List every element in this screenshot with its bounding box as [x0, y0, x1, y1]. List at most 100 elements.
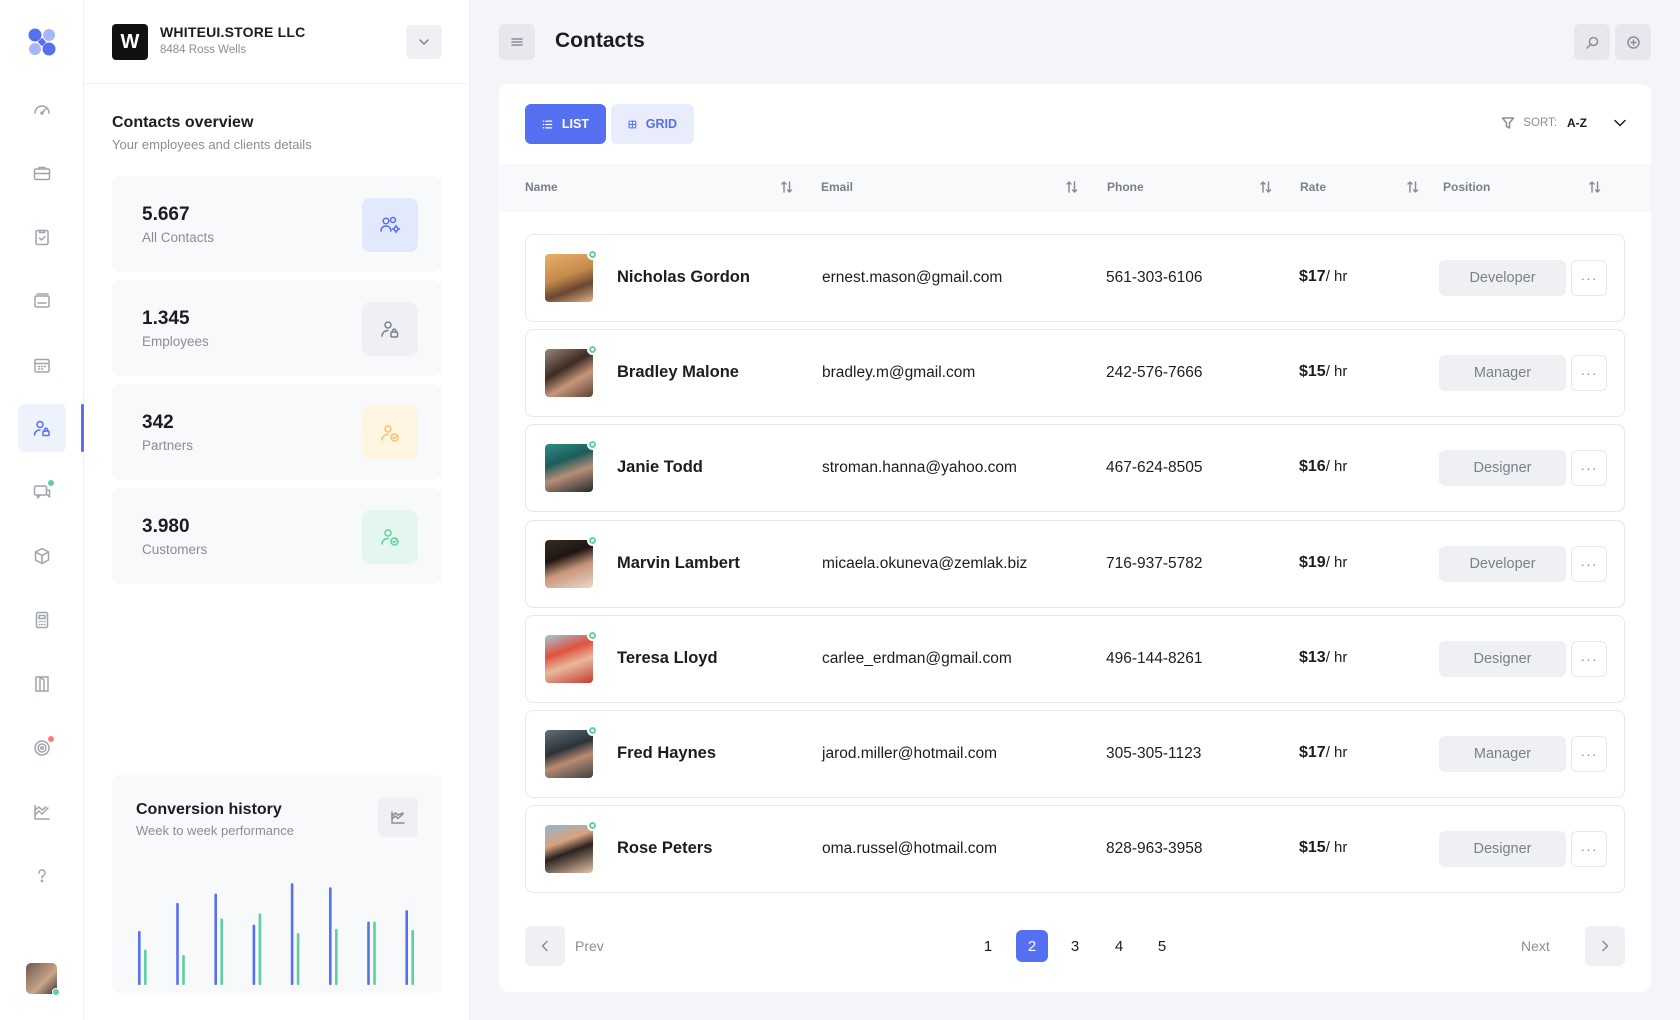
column-position[interactable]: Position: [1443, 180, 1490, 194]
position-badge[interactable]: Designer: [1439, 450, 1566, 486]
rail-dashboard[interactable]: [18, 85, 66, 133]
rate-value: $17: [1299, 268, 1326, 285]
next-page-button[interactable]: [1585, 926, 1625, 966]
stat-card-partners[interactable]: 342 Partners: [112, 384, 442, 480]
rate-unit: / hr: [1325, 363, 1348, 380]
chart-options-button[interactable]: [378, 797, 418, 837]
prev-page-button[interactable]: [525, 926, 565, 966]
more-options-button[interactable]: ···: [1571, 355, 1607, 391]
table-row[interactable]: Bradley Malone bradley.m@gmail.com 242-5…: [525, 329, 1625, 417]
rail-contacts[interactable]: [18, 404, 66, 452]
contact-name[interactable]: Marvin Lambert: [617, 554, 740, 573]
avatar: [545, 349, 593, 397]
rail-calendar[interactable]: [18, 341, 66, 389]
list-view-label: LIST: [561, 117, 589, 131]
position-badge[interactable]: Manager: [1439, 355, 1566, 391]
contact-email[interactable]: bradley.m@gmail.com: [822, 364, 975, 382]
rail-messages[interactable]: [18, 468, 66, 516]
online-status-dot: [587, 725, 598, 736]
contact-email[interactable]: carlee_erdman@gmail.com: [822, 650, 1012, 668]
page-4[interactable]: 4: [1103, 930, 1135, 962]
table-row[interactable]: Fred Haynes jarod.miller@hotmail.com 305…: [525, 710, 1625, 798]
search-icon: [1585, 36, 1598, 49]
column-email[interactable]: Email: [821, 180, 853, 194]
more-options-button[interactable]: ···: [1571, 641, 1607, 677]
list-view-button[interactable]: LIST: [525, 104, 606, 144]
menu-toggle-button[interactable]: [499, 24, 535, 60]
conversion-history-card: Conversion history Week to week performa…: [112, 775, 442, 993]
prev-page-label[interactable]: Prev: [575, 938, 604, 954]
more-options-button[interactable]: ···: [1571, 546, 1607, 582]
search-button[interactable]: [1574, 24, 1610, 60]
more-options-button[interactable]: ···: [1571, 260, 1607, 296]
sort-icon[interactable]: [1588, 180, 1602, 194]
column-name[interactable]: Name: [525, 180, 558, 194]
rail-calculator[interactable]: [18, 596, 66, 644]
rail-goals[interactable]: [18, 724, 66, 772]
sort-value: A-Z: [1567, 116, 1587, 130]
sort-icon[interactable]: [1259, 180, 1273, 194]
stat-card-customers[interactable]: 3.980 Customers: [112, 488, 442, 584]
rail-help[interactable]: [18, 852, 66, 900]
contact-name[interactable]: Teresa Lloyd: [617, 649, 718, 668]
rail-briefcase[interactable]: [18, 149, 66, 197]
next-page-label[interactable]: Next: [1521, 938, 1550, 954]
rail-tasks[interactable]: [18, 213, 66, 261]
contact-rate: $15/ hr: [1299, 363, 1347, 381]
rail-analytics[interactable]: [18, 788, 66, 836]
table-row[interactable]: Janie Todd stroman.hanna@yahoo.com 467-6…: [525, 424, 1625, 512]
table-row[interactable]: Nicholas Gordon ernest.mason@gmail.com 5…: [525, 234, 1625, 322]
filter-icon: [1502, 117, 1515, 129]
sort-icon[interactable]: [1406, 180, 1420, 194]
rail-media[interactable]: [18, 277, 66, 325]
company-address: 8484 Ross Wells: [160, 44, 247, 56]
position-badge[interactable]: Developer: [1439, 546, 1566, 582]
online-status-dot: [587, 439, 598, 450]
user-check-icon: [362, 510, 418, 564]
position-badge[interactable]: Developer: [1439, 260, 1566, 296]
column-rate[interactable]: Rate: [1300, 180, 1326, 194]
add-button[interactable]: [1615, 24, 1651, 60]
more-options-button[interactable]: ···: [1571, 450, 1607, 486]
position-badge[interactable]: Manager: [1439, 736, 1566, 772]
table-row[interactable]: Teresa Lloyd carlee_erdman@gmail.com 496…: [525, 615, 1625, 703]
contact-name[interactable]: Rose Peters: [617, 839, 712, 858]
page-2[interactable]: 2: [1016, 930, 1048, 962]
speedometer-icon: [34, 105, 50, 115]
stat-card-employees[interactable]: 1.345 Employees: [112, 280, 442, 376]
rail-products[interactable]: [18, 532, 66, 580]
table-row[interactable]: Marvin Lambert micaela.okuneva@zemlak.bi…: [525, 520, 1625, 608]
stat-value: 342: [142, 412, 174, 433]
app-logo-icon[interactable]: [26, 26, 58, 58]
sort-icon[interactable]: [1065, 180, 1079, 194]
rail-documents[interactable]: [18, 660, 66, 708]
contact-name[interactable]: Nicholas Gordon: [617, 268, 750, 287]
sort-control[interactable]: SORT: A-Z: [1501, 116, 1627, 130]
contact-name[interactable]: Janie Todd: [617, 458, 703, 477]
column-phone[interactable]: Phone: [1107, 180, 1144, 194]
contact-email[interactable]: micaela.okuneva@zemlak.biz: [822, 555, 1027, 573]
box-icon: [34, 547, 50, 565]
grid-view-button[interactable]: GRID: [611, 104, 694, 144]
conversion-title: Conversion history: [136, 801, 282, 818]
more-options-button[interactable]: ···: [1571, 736, 1607, 772]
contact-email[interactable]: oma.russel@hotmail.com: [822, 840, 997, 858]
stat-card-all-contacts[interactable]: 5.667 All Contacts: [112, 176, 442, 272]
company-switch-button[interactable]: [406, 25, 442, 59]
page-5[interactable]: 5: [1146, 930, 1178, 962]
position-badge[interactable]: Designer: [1439, 831, 1566, 867]
table-row[interactable]: Rose Peters oma.russel@hotmail.com 828-9…: [525, 805, 1625, 893]
sort-icon[interactable]: [780, 180, 794, 194]
more-options-button[interactable]: ···: [1571, 831, 1607, 867]
chart-bar: [144, 949, 147, 985]
contact-email[interactable]: stroman.hanna@yahoo.com: [822, 459, 1017, 477]
contact-email[interactable]: ernest.mason@gmail.com: [822, 269, 1002, 287]
position-badge[interactable]: Designer: [1439, 641, 1566, 677]
contact-rate: $17/ hr: [1299, 744, 1347, 762]
contact-email[interactable]: jarod.miller@hotmail.com: [822, 745, 997, 763]
page-1[interactable]: 1: [972, 930, 1004, 962]
stat-label: All Contacts: [142, 230, 215, 245]
contact-name[interactable]: Bradley Malone: [617, 363, 739, 382]
page-3[interactable]: 3: [1059, 930, 1091, 962]
contact-name[interactable]: Fred Haynes: [617, 744, 716, 763]
